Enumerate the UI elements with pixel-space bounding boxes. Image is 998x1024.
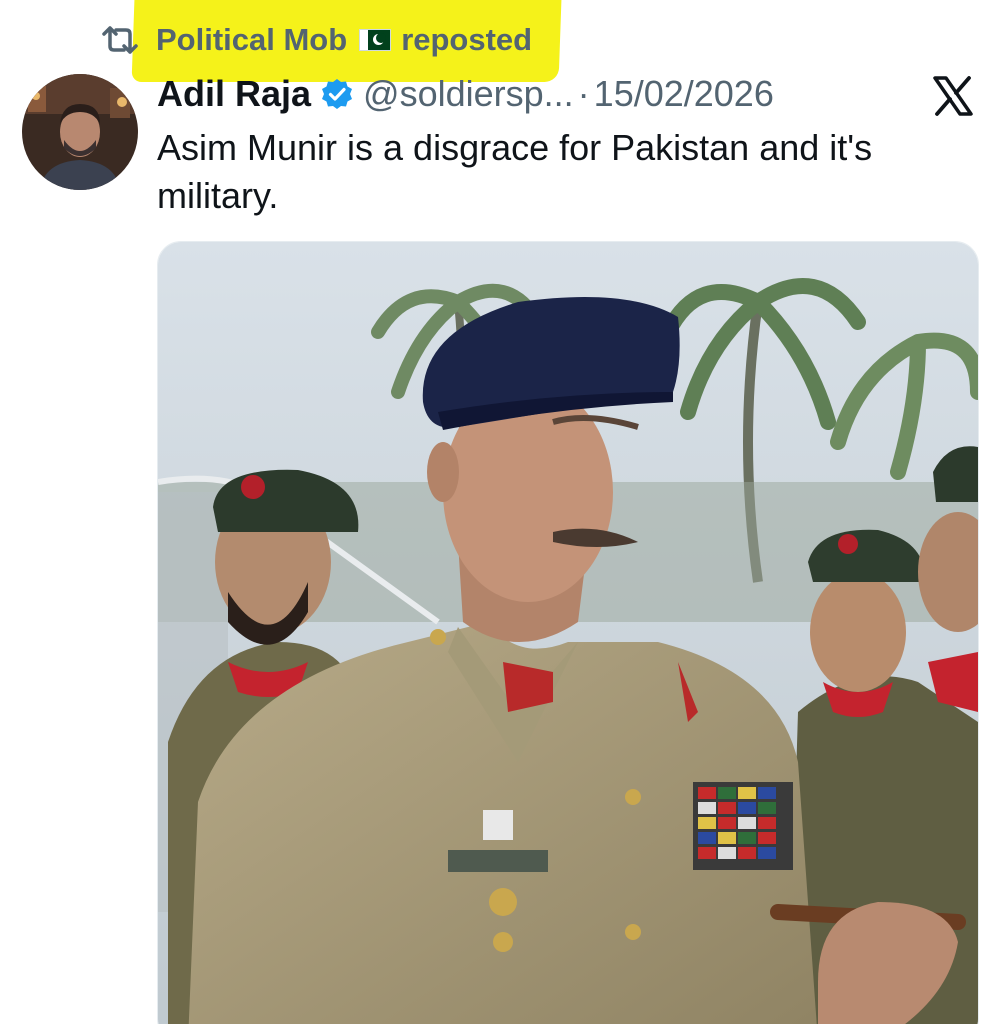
author-handle[interactable]: @soldiersp... — [363, 73, 574, 115]
x-logo-icon[interactable] — [932, 76, 974, 116]
header-separator: · — [577, 73, 590, 114]
verified-badge-icon — [322, 79, 353, 109]
pakistan-flag-icon — [359, 29, 392, 51]
tweet-screenshot: Political Mob reposted Adil Raja @soldie… — [0, 0, 998, 1024]
medal-ribbons — [693, 782, 793, 870]
repost-context[interactable]: Political Mob reposted — [100, 18, 532, 62]
avatar-photo — [22, 74, 138, 190]
author-avatar[interactable] — [22, 74, 138, 190]
reposter-name[interactable]: Political Mob — [156, 22, 347, 58]
repost-label: reposted — [401, 22, 533, 57]
repost-icon — [102, 26, 138, 54]
media-photo — [158, 242, 978, 1024]
author-name[interactable]: Adil Raja — [157, 73, 311, 115]
tweet-media-image[interactable] — [157, 241, 979, 1024]
tweet-date[interactable]: 15/02/2026 — [594, 73, 774, 115]
tweet-text: Asim Munir is a disgrace for Pakistan an… — [157, 127, 873, 216]
tweet-header: Adil Raja @soldiersp... · 15/02/2026 — [157, 70, 774, 118]
